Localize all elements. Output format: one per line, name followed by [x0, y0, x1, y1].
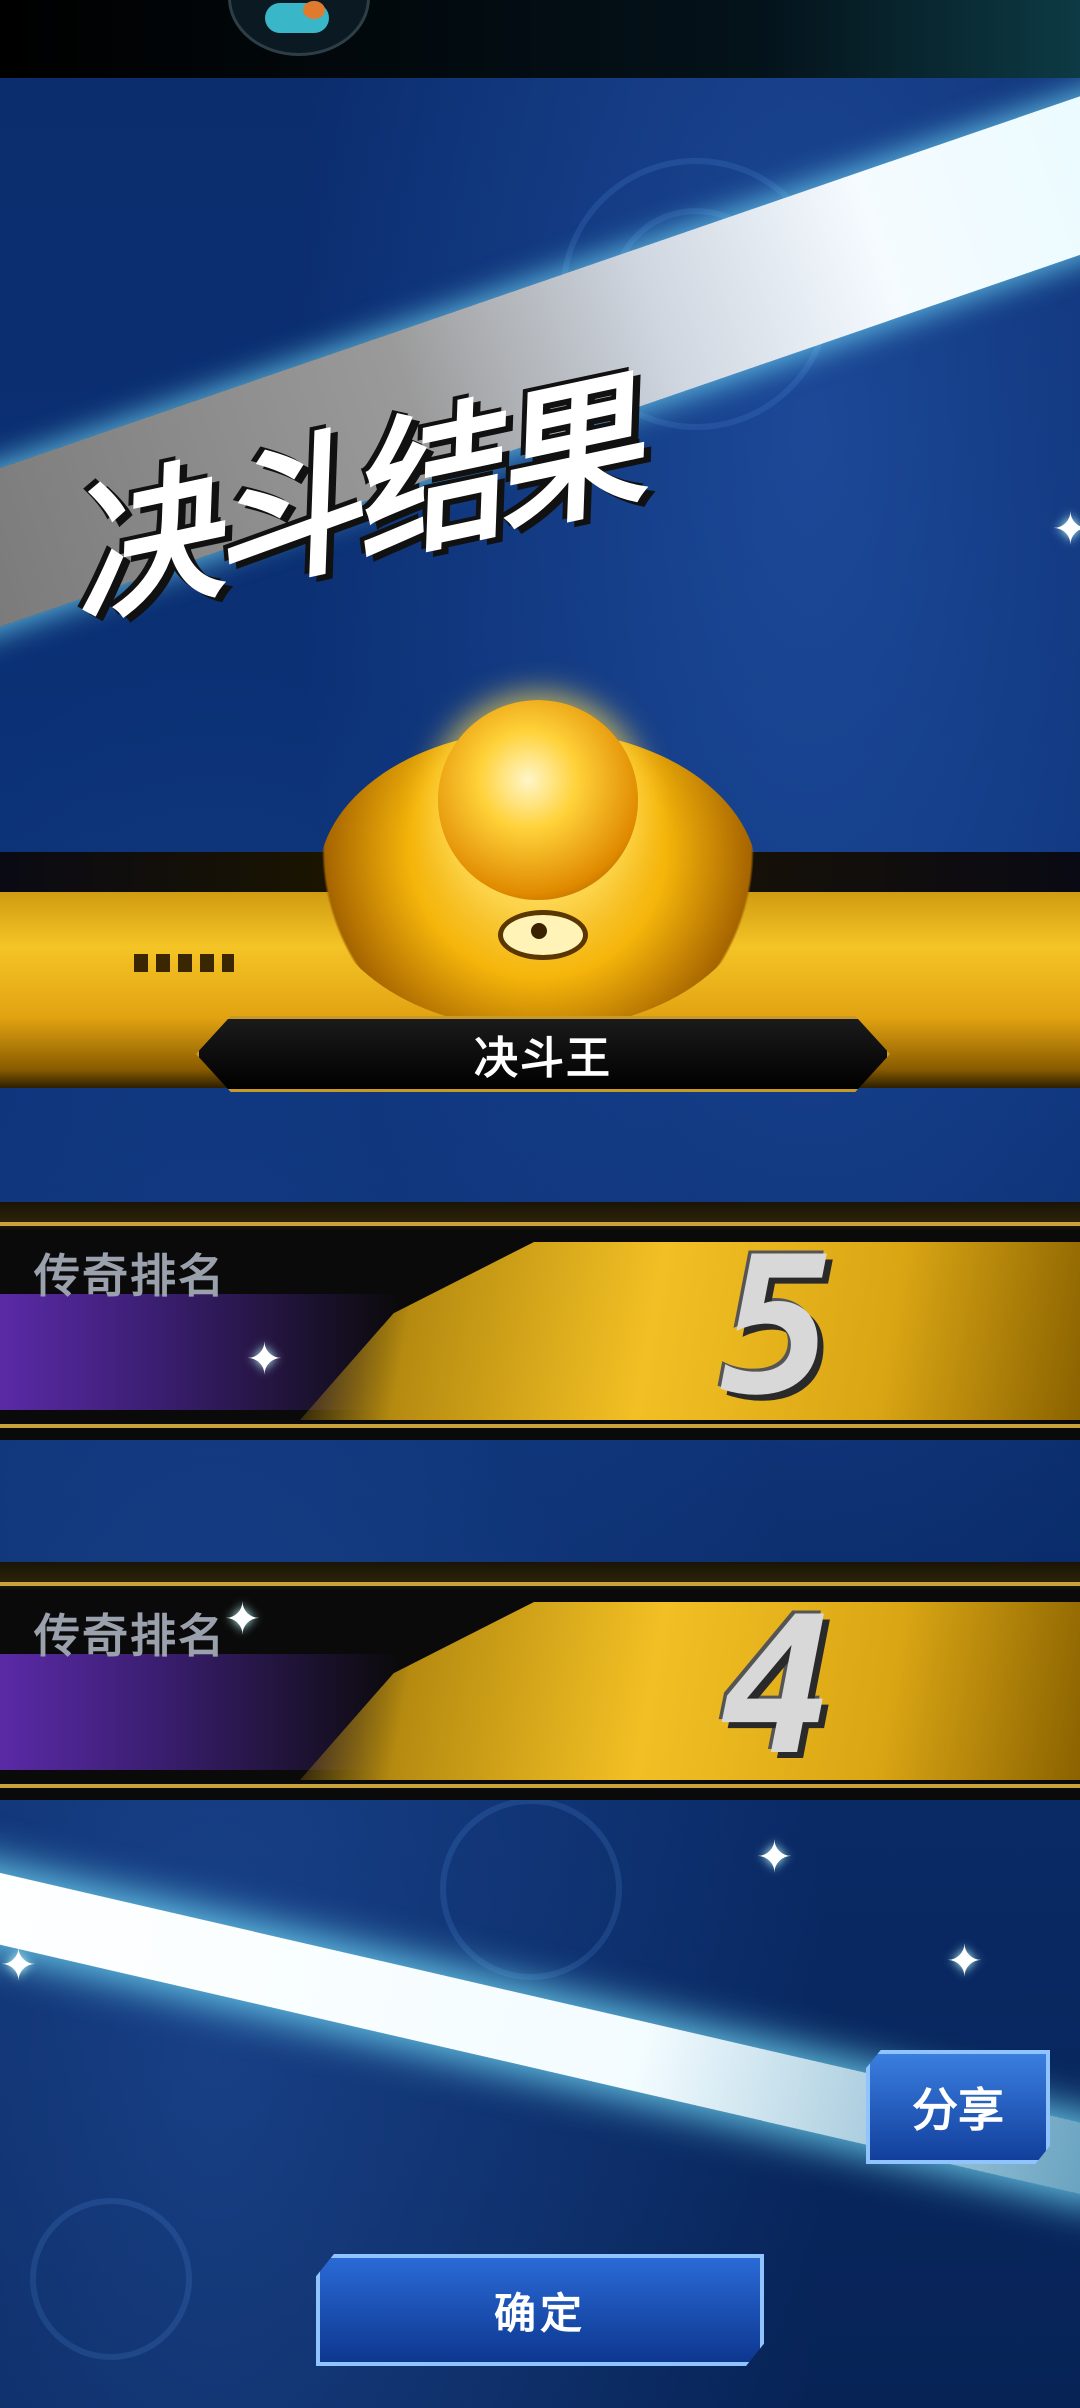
legend-ranking-value: 4	[720, 1576, 835, 1797]
player-avatar-icon[interactable]	[228, 0, 370, 56]
row-border-bottom	[0, 1424, 1080, 1428]
legend-ranking-label: 传奇排名	[34, 1609, 226, 1663]
sparkle-icon: ✦	[1052, 504, 1080, 555]
legend-ranking-value: 5	[720, 1216, 835, 1437]
sparkle-icon: ✦	[224, 1594, 261, 1645]
legend-ranking-row: 传奇排名 4	[0, 1562, 1080, 1800]
avatar-creature-detail	[303, 1, 325, 19]
row-border-top	[0, 1222, 1080, 1226]
sparkle-icon: ✦	[756, 1832, 793, 1883]
row-border-bottom	[0, 1784, 1080, 1788]
background-circle-decoration	[30, 2198, 192, 2360]
share-button[interactable]: 分享	[866, 2050, 1050, 2164]
golden-orb	[438, 700, 638, 900]
confirm-button[interactable]: 确定	[316, 2254, 764, 2366]
rank-banner-pattern	[134, 954, 234, 972]
sparkle-icon: ✦	[0, 1940, 37, 1991]
rank-title-plate: 决斗王	[196, 1016, 890, 1092]
sparkle-icon: ✦	[946, 1936, 983, 1987]
background-circle-decoration	[440, 1798, 622, 1980]
legend-ranking-label: 传奇排名	[34, 1249, 226, 1303]
row-border-top	[0, 1582, 1080, 1586]
legend-ranking-row: 传奇排名 5	[0, 1202, 1080, 1440]
sparkle-icon: ✦	[246, 1334, 283, 1385]
king-of-games-emblem-icon	[318, 690, 758, 1030]
top-bar	[0, 0, 1080, 78]
row-gold-panel	[300, 1242, 1080, 1420]
rank-title: 决斗王	[474, 1033, 612, 1084]
millennium-eye-icon	[498, 910, 588, 960]
row-gold-panel	[300, 1602, 1080, 1780]
